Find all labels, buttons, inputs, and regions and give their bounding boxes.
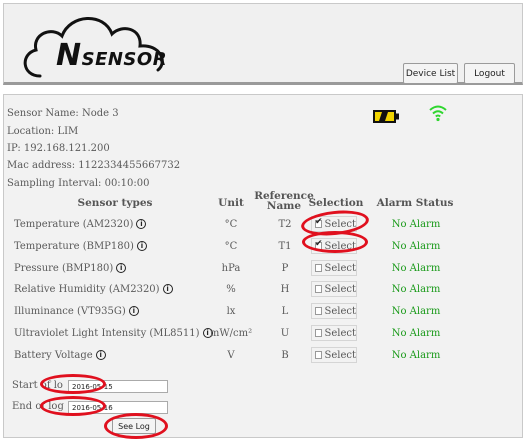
select-toggle[interactable]: Select (311, 216, 357, 232)
sensor-type-cell: Pressure (BMP180) i (14, 263, 127, 274)
header-reference-name: Reference Name (254, 190, 314, 212)
header-alarm-status: Alarm Status (376, 197, 454, 209)
alarm-status: No Alarm (391, 328, 441, 339)
select-label: Select (324, 218, 356, 230)
header-selection: Selection (308, 197, 364, 209)
reference-cell: H (280, 284, 290, 295)
select-checkbox[interactable] (315, 351, 323, 359)
info-icon[interactable]: i (128, 306, 139, 316)
nsensor-logo: NSENSOR (18, 10, 188, 82)
select-toggle[interactable]: Select (311, 260, 357, 276)
unit-cell: lx (226, 306, 236, 317)
start-of-log-label: Start of lo (12, 380, 63, 391)
device-list-button[interactable]: Device List (403, 63, 458, 84)
logo-text: NSENSOR (56, 38, 168, 73)
select-toggle[interactable]: Select (311, 347, 357, 363)
reference-cell: T2 (278, 219, 292, 230)
sensor-type-label: Battery Voltage (14, 350, 93, 361)
alarm-status: No Alarm (391, 350, 441, 361)
select-checkbox[interactable] (315, 239, 323, 250)
start-date-input[interactable]: 2016-05-15 (68, 380, 168, 393)
unit-cell: °C (224, 219, 238, 230)
unit-cell: % (226, 284, 236, 295)
sensor-type-cell: Temperature (AM2320) i (14, 219, 147, 230)
sensor-type-label: Ultraviolet Light Intensity (ML8511) (14, 328, 200, 339)
info-icon[interactable]: i (136, 219, 147, 229)
select-label: Select (324, 262, 356, 274)
logout-button[interactable]: Logout (464, 63, 515, 84)
end-of-log-label: End of log (12, 401, 64, 412)
select-checkbox[interactable] (315, 285, 323, 293)
see-log-button[interactable]: See Log (112, 418, 156, 434)
select-label: Select (324, 240, 356, 252)
reference-cell: L (281, 306, 289, 317)
select-checkbox[interactable] (315, 217, 323, 228)
select-toggle[interactable]: Select (311, 303, 357, 319)
wifi-icon (428, 104, 448, 122)
select-checkbox[interactable] (315, 264, 323, 272)
select-label: Select (324, 283, 356, 295)
select-label: Select (324, 327, 356, 339)
sensor-type-label: Temperature (AM2320) (14, 219, 134, 230)
alarm-status: No Alarm (391, 263, 441, 274)
select-label: Select (324, 305, 356, 317)
header-sensor-types: Sensor types (77, 197, 153, 209)
alarm-status: No Alarm (391, 284, 441, 295)
alarm-status: No Alarm (391, 241, 441, 252)
alarm-status: No Alarm (391, 306, 441, 317)
reference-cell: B (281, 350, 289, 361)
sensor-type-cell: Ultraviolet Light Intensity (ML8511) i (14, 328, 213, 339)
reference-cell: P (281, 263, 289, 274)
sensor-type-cell: Battery Voltage i (14, 350, 106, 361)
app-header: NSENSOR Device List Logout (3, 3, 523, 85)
select-toggle[interactable]: Select (311, 281, 357, 297)
info-icon[interactable]: i (136, 241, 147, 251)
header-unit: Unit (218, 197, 244, 209)
location: Location: LIM (7, 126, 79, 137)
alarm-status: No Alarm (391, 219, 441, 230)
info-icon[interactable]: i (116, 263, 127, 273)
sensor-type-cell: Relative Humidity (AM2320) i (14, 284, 173, 295)
sensor-type-label: Pressure (BMP180) (14, 263, 114, 274)
info-icon[interactable]: i (162, 284, 173, 294)
sensor-type-cell: Illuminance (VT935G) i (14, 306, 139, 317)
battery-icon (373, 108, 399, 123)
select-checkbox[interactable] (315, 307, 323, 315)
sensor-type-label: Relative Humidity (AM2320) (14, 284, 160, 295)
reference-cell: U (280, 328, 290, 339)
unit-cell: mW/cm² (209, 328, 253, 339)
select-toggle[interactable]: Select (311, 238, 357, 254)
sensor-type-label: Illuminance (VT935G) (14, 306, 126, 317)
sampling-interval: Sampling Interval: 00:10:00 (7, 178, 150, 189)
unit-cell: V (227, 350, 235, 361)
ip-address: IP: 192.168.121.200 (7, 143, 110, 154)
reference-cell: T1 (278, 241, 292, 252)
sensor-type-cell: Temperature (BMP180) i (14, 241, 147, 252)
sensor-type-label: Temperature (BMP180) (14, 241, 134, 252)
unit-cell: hPa (221, 263, 241, 274)
select-toggle[interactable]: Select (311, 325, 357, 341)
end-date-input[interactable]: 2016-05-16 (68, 401, 168, 414)
unit-cell: °C (224, 241, 238, 252)
mac-address: Mac address: 1122334455667732 (7, 160, 181, 171)
info-icon[interactable]: i (95, 350, 106, 360)
sensor-name: Sensor Name: Node 3 (7, 108, 119, 119)
select-label: Select (324, 349, 356, 361)
select-checkbox[interactable] (315, 329, 323, 337)
